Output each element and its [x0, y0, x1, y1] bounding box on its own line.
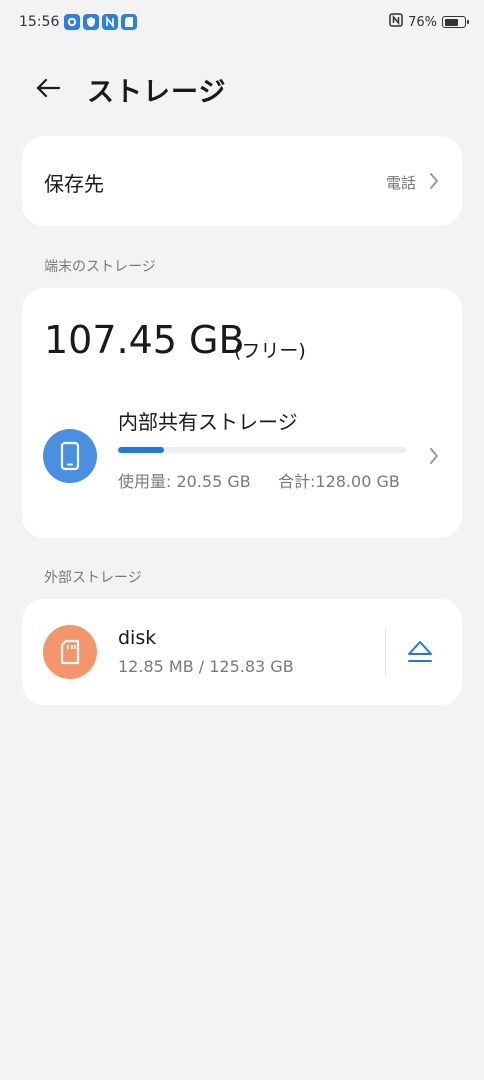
notification-icons [64, 14, 137, 30]
chevron-right-icon [430, 173, 438, 189]
save-location-label: 保存先 [44, 172, 104, 196]
usage-bar [118, 447, 406, 453]
disk-name: disk [118, 627, 157, 649]
sd-card-app-icon [121, 14, 137, 30]
battery-icon [442, 16, 469, 28]
chevron-right-icon [430, 448, 438, 464]
external-storage-heading: 外部ストレージ [44, 570, 142, 586]
eject-icon [408, 641, 432, 662]
page-title: ストレージ [87, 77, 227, 108]
used-space-label: 使用量: 20.55 GB [118, 472, 251, 491]
free-space-suffix: (フリー) [234, 340, 306, 362]
battery-level [444, 18, 459, 26]
sd-card-icon [43, 625, 97, 679]
external-storage-row[interactable]: disk 12.85 MB / 125.83 GB [22, 599, 462, 705]
settings-app-icon [64, 14, 80, 30]
internal-storage-row[interactable]: 内部共有ストレージ 使用量: 20.55 GB 合計:128.00 GB [22, 388, 462, 518]
back-button[interactable] [28, 70, 68, 106]
status-bar: 15:56 76% [0, 0, 484, 44]
free-space-value: 107.45 GB [44, 318, 245, 362]
eject-button[interactable] [402, 632, 438, 672]
nfc-app-icon [102, 14, 118, 30]
status-right: 76% [389, 13, 469, 31]
battery-percent: 76% [408, 14, 437, 30]
total-space-label: 合計:128.00 GB [278, 472, 400, 491]
internal-storage-name: 内部共有ストレージ [118, 410, 298, 434]
device-storage-card: 107.45 GB (フリー) 内部共有ストレージ 使用量: 20.55 GB … [22, 288, 462, 538]
save-location-value: 電話 [385, 174, 416, 192]
header: ストレージ [0, 60, 484, 116]
arrow-left-icon [36, 78, 61, 98]
disk-size-label: 12.85 MB / 125.83 GB [118, 657, 294, 676]
usage-bar-fill [118, 447, 165, 453]
security-app-icon [83, 14, 99, 30]
status-time: 15:56 [19, 14, 60, 30]
phone-icon [43, 429, 97, 483]
device-storage-heading: 端末のストレージ [44, 259, 156, 275]
divider [385, 628, 386, 676]
nfc-icon [389, 13, 403, 31]
save-location-row[interactable]: 保存先 電話 [22, 136, 462, 226]
